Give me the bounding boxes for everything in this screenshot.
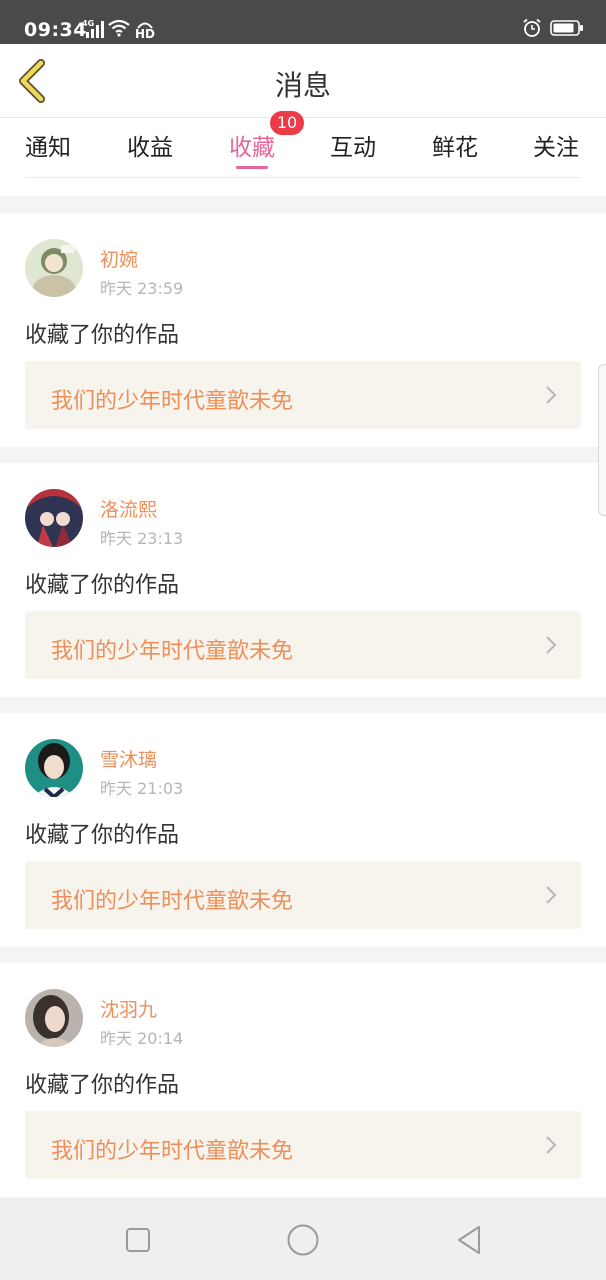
user-name[interactable]: 洛流熙	[100, 495, 157, 522]
hd-call-icon: HD	[134, 19, 156, 41]
message-time: 昨天 21:03	[100, 779, 184, 798]
battery-icon	[550, 19, 584, 41]
chevron-right-icon	[546, 886, 557, 904]
square-icon	[126, 1228, 150, 1252]
user-name[interactable]: 雪沐璃	[100, 745, 157, 772]
message-time: 昨天 23:59	[100, 279, 184, 298]
user-name[interactable]: 沈羽九	[100, 995, 157, 1022]
message-time: 昨天 23:13	[100, 529, 184, 548]
work-link[interactable]: 我们的少年时代童歆未免	[25, 361, 581, 429]
user-name[interactable]: 初婉	[100, 245, 138, 272]
tab-interactions[interactable]: 互动	[330, 128, 376, 162]
tab-bar: 通知 收益 收藏 互动 鲜花 关注	[0, 118, 606, 196]
chevron-right-icon	[546, 1136, 557, 1154]
recent-apps-button[interactable]	[118, 1220, 158, 1260]
home-button[interactable]	[283, 1220, 323, 1260]
action-text: 收藏了你的作品	[25, 1073, 180, 1098]
chevron-right-icon	[546, 636, 557, 654]
work-title: 我们的少年时代童歆未免	[51, 389, 294, 414]
list-item: 初婉 昨天 23:59 收藏了你的作品 我们的少年时代童歆未免	[0, 213, 606, 447]
alarm-icon	[522, 18, 542, 42]
tab-active-indicator	[236, 166, 268, 169]
tab-notifications[interactable]: 通知	[25, 128, 71, 162]
signal-icon: 4G	[82, 19, 104, 39]
triangle-back-icon	[458, 1226, 480, 1254]
avatar[interactable]	[25, 739, 83, 797]
work-link[interactable]: 我们的少年时代童歆未免	[25, 1111, 581, 1179]
tab-flowers[interactable]: 鲜花	[432, 128, 478, 162]
header: 消息	[0, 44, 606, 118]
circle-icon	[287, 1224, 319, 1256]
action-text: 收藏了你的作品	[25, 573, 180, 598]
tab-favorites[interactable]: 收藏	[229, 128, 275, 169]
status-bar: 09:34 4G HD	[0, 0, 606, 44]
system-nav-bar	[0, 1198, 606, 1280]
tab-earnings[interactable]: 收益	[127, 128, 173, 162]
chevron-right-icon	[546, 386, 557, 404]
action-text: 收藏了你的作品	[25, 323, 180, 348]
back-nav-button[interactable]	[449, 1220, 489, 1260]
work-title: 我们的少年时代童歆未免	[51, 639, 294, 664]
work-title: 我们的少年时代童歆未免	[51, 1139, 294, 1164]
unread-badge: 10	[270, 111, 304, 135]
message-time: 昨天 20:14	[100, 1029, 184, 1048]
work-link[interactable]: 我们的少年时代童歆未免	[25, 861, 581, 929]
list-item: 沈羽九 昨天 20:14 收藏了你的作品 我们的少年时代童歆未免	[0, 963, 606, 1197]
tab-following[interactable]: 关注	[533, 128, 579, 162]
action-text: 收藏了你的作品	[25, 823, 180, 848]
status-time: 09:34	[24, 19, 87, 41]
side-drawer-handle[interactable]	[598, 364, 606, 516]
list-item: 雪沐璃 昨天 21:03 收藏了你的作品 我们的少年时代童歆未免	[0, 713, 606, 947]
list-item: 洛流熙 昨天 23:13 收藏了你的作品 我们的少年时代童歆未免	[0, 463, 606, 697]
avatar[interactable]	[25, 989, 83, 1047]
avatar[interactable]	[25, 239, 83, 297]
avatar[interactable]	[25, 489, 83, 547]
work-link[interactable]: 我们的少年时代童歆未免	[25, 611, 581, 679]
wifi-icon	[108, 19, 130, 41]
page-title: 消息	[274, 69, 331, 102]
work-title: 我们的少年时代童歆未免	[51, 889, 294, 914]
